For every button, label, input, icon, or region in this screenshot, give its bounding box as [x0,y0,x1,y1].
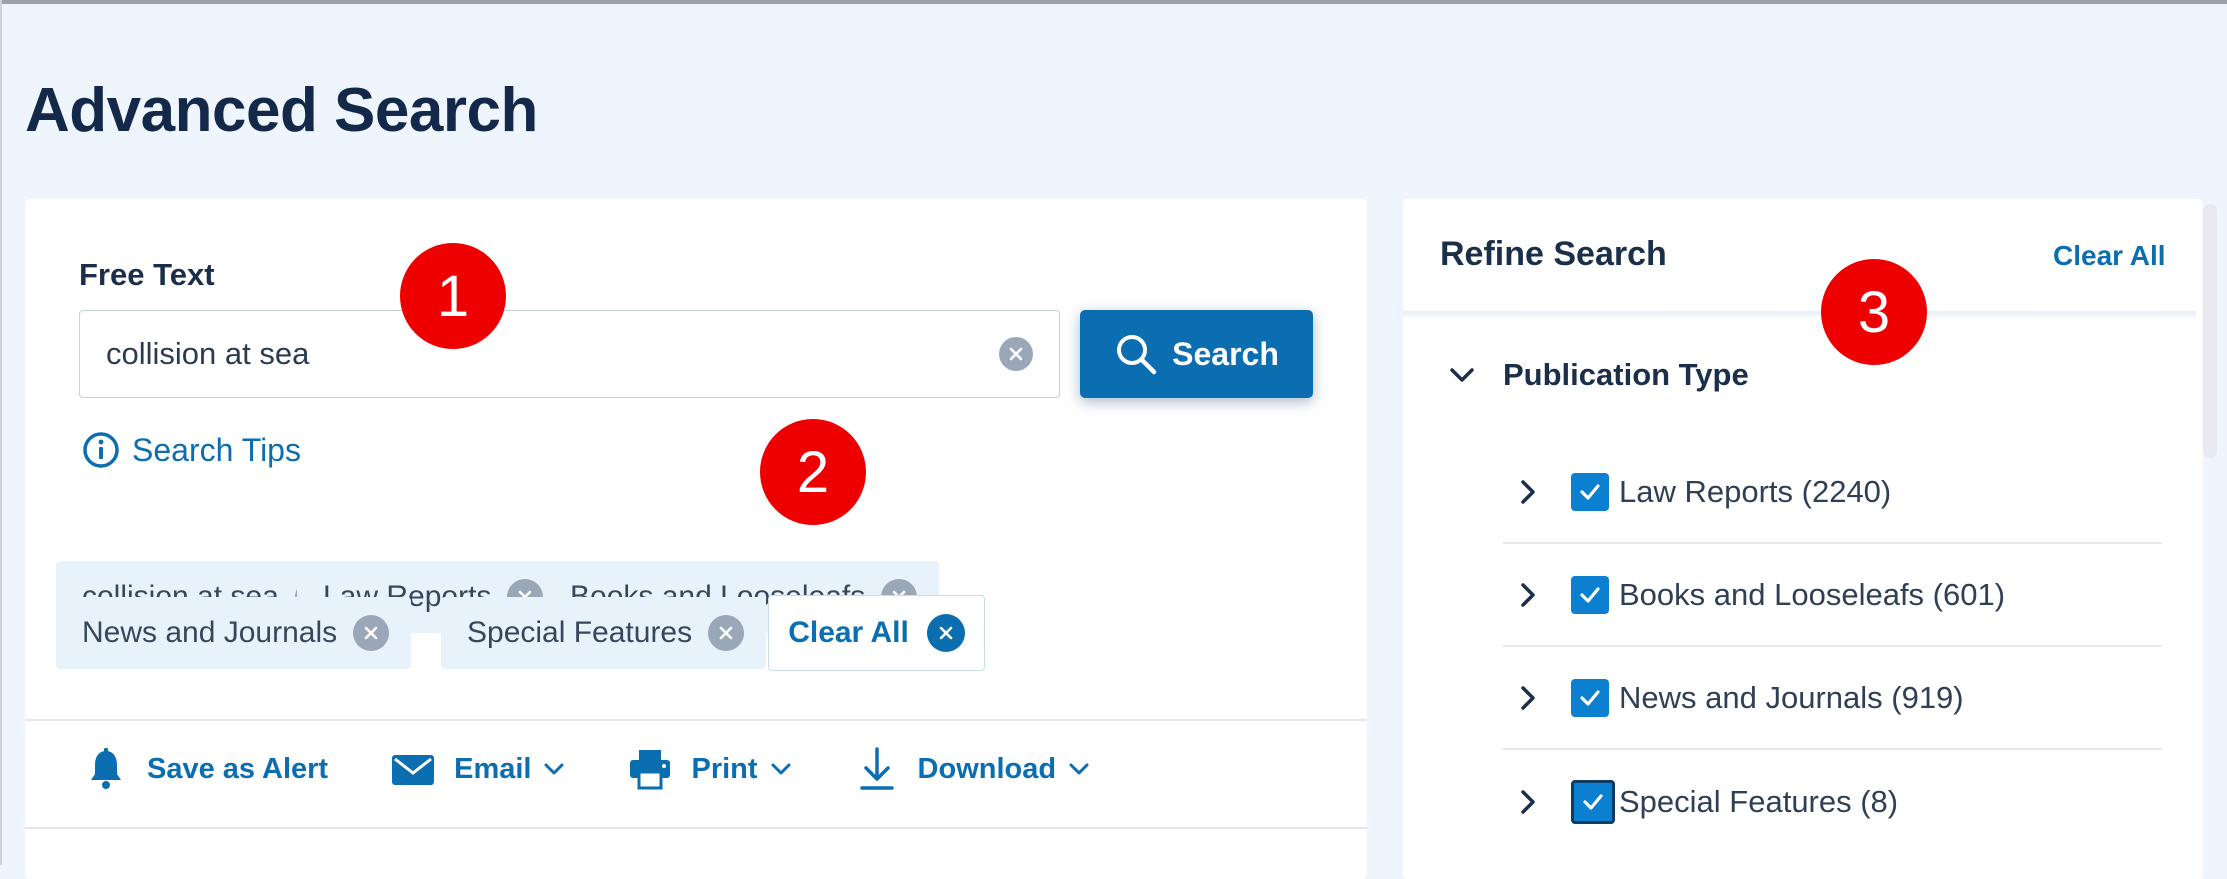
window-top-border [0,0,2227,4]
chevron-down-icon [1450,368,1474,382]
divider [25,719,1367,721]
page-title: Advanced Search [25,76,538,145]
email-dropdown[interactable]: Email [390,746,565,792]
checkmark-icon [1580,483,1600,500]
chip-remove-icon[interactable] [708,615,745,651]
free-text-value[interactable]: collision at sea [106,336,309,372]
print-dropdown[interactable]: Print [627,746,791,792]
facet-checkbox[interactable] [1571,472,1609,511]
divider [25,827,1367,829]
facet-checkbox[interactable] [1571,678,1609,717]
refine-clear-all-link[interactable]: Clear All [2053,240,2166,272]
facet-checkbox[interactable] [1571,575,1609,614]
chevron-right-icon[interactable] [1513,477,1543,507]
filter-chip-special-features: Special Features [441,597,767,669]
result-actions-bar: Save as Alert Email Print Download [83,739,1152,799]
marker-1: 1 [400,243,506,349]
search-panel: Free Text collision at sea Search Search… [25,199,1367,879]
magnifier-icon [1117,335,1157,375]
facet-label[interactable]: Law Reports (2240) [1619,474,1891,510]
save-alert-label: Save as Alert [147,752,329,785]
checkmark-icon [1583,793,1603,810]
facet-row: News and Journals (919) [1503,647,2162,750]
printer-icon [630,750,671,790]
facet-row: Special Features (8) [1503,750,2162,853]
publication-type-label: Publication Type [1503,357,1749,392]
download-dropdown[interactable]: Download [854,746,1091,792]
chevron-down-icon [1069,763,1089,775]
facet-label[interactable]: News and Journals (919) [1619,680,1964,716]
chip-label: News and Journals [82,616,338,649]
bell-icon [91,748,121,789]
print-label: Print [691,752,758,785]
clear-all-icon [926,614,965,652]
filter-chip-news-journals: News and Journals [56,597,412,669]
clear-input-icon[interactable] [999,337,1033,371]
marker-3: 3 [1821,259,1927,365]
search-tips-link[interactable]: Search Tips [82,431,301,469]
download-label: Download [917,752,1057,785]
facet-row: Law Reports (2240) [1503,441,2162,544]
facet-row: Books and Looseleafs (601) [1503,544,2162,647]
facet-checkbox[interactable] [1571,779,1615,824]
checkmark-icon [1580,586,1600,603]
publication-type-toggle[interactable]: Publication Type [1447,357,1749,393]
marker-2: 2 [760,419,866,525]
search-button[interactable]: Search [1080,310,1313,398]
refine-scrollbar[interactable] [2203,204,2217,458]
facet-label[interactable]: Books and Looseleafs (601) [1619,577,2005,613]
refine-header-divider [1403,311,2196,319]
refine-panel: Refine Search Clear All Publication Type… [1403,199,2203,879]
chevron-right-icon[interactable] [1513,787,1543,817]
clear-all-chip-label: Clear All [788,616,909,649]
envelope-icon [392,755,435,785]
save-alert-button[interactable]: Save as Alert [83,746,328,792]
search-tips-label: Search Tips [132,431,301,468]
chevron-down-icon [771,763,791,775]
checkmark-icon [1580,689,1600,706]
chip-label: Special Features [467,616,693,649]
window-left-border [0,0,2,865]
chip-remove-icon[interactable] [353,615,390,651]
free-text-input[interactable]: collision at sea [79,310,1060,398]
email-label: Email [454,752,532,785]
chevron-down-icon [544,763,564,775]
refine-title: Refine Search [1440,235,1667,273]
free-text-label: Free Text [79,257,215,292]
download-arrow-icon [859,747,894,790]
search-button-label: Search [1172,335,1279,372]
chevron-right-icon[interactable] [1513,580,1543,610]
chevron-right-icon[interactable] [1513,683,1543,713]
facet-label[interactable]: Special Features (8) [1619,784,1898,820]
clear-all-chip[interactable]: Clear All [768,595,985,671]
info-circle-icon [83,432,119,468]
